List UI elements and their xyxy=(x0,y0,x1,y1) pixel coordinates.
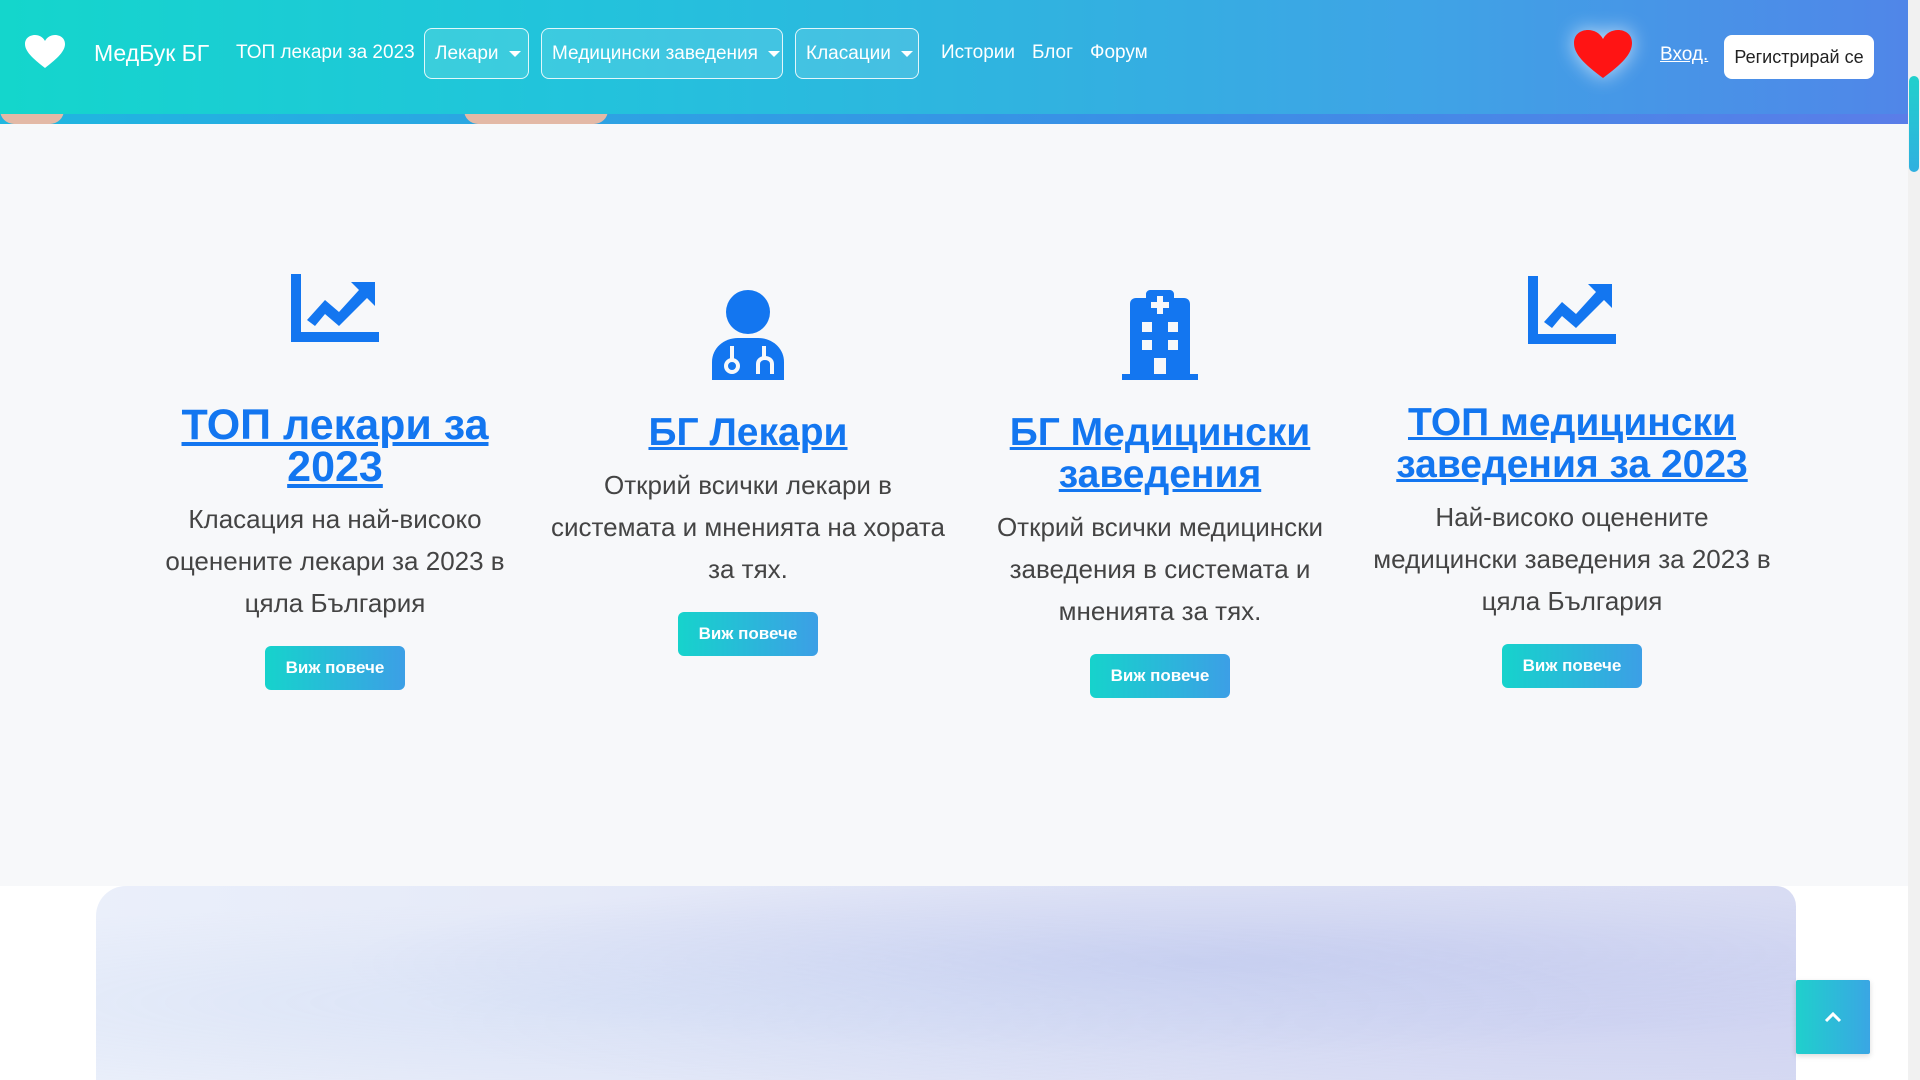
chart-line-icon xyxy=(291,274,379,342)
login-link[interactable]: Вход. xyxy=(1660,44,1708,66)
features-section: ТОП лекари за 2023 Класация на най-висок… xyxy=(0,124,1908,886)
doctor-icon xyxy=(712,290,784,380)
feature-card-bg-doctors: БГ Лекари Открий всички лекари в система… xyxy=(548,290,948,656)
feature-description: Открий всички медицински заведения в сис… xyxy=(996,512,1324,626)
see-more-button[interactable]: Виж повече xyxy=(1090,654,1230,698)
feature-title-link[interactable]: БГ Лекари xyxy=(548,412,948,454)
nav-dropdown-facilities[interactable]: Медицински заведения xyxy=(541,28,783,79)
nav-top-doctors-link[interactable]: ТОП лекари за 2023 xyxy=(236,40,415,66)
nav-link-blog[interactable]: Блог xyxy=(1032,40,1073,66)
hero-watercolor-area xyxy=(0,886,1908,1080)
feature-card-top-facilities: ТОП медицински заведения за 2023 Най-вис… xyxy=(1372,274,1772,688)
heart-icon[interactable] xyxy=(1572,28,1634,80)
see-more-button[interactable]: Виж повече xyxy=(678,612,818,656)
feature-title-link[interactable]: ТОП медицински заведения за 2023 xyxy=(1372,402,1772,486)
nav-dropdown-label: Класации xyxy=(806,42,891,64)
caret-down-icon xyxy=(767,50,780,57)
see-more-button[interactable]: Виж повече xyxy=(1502,644,1642,688)
see-more-button[interactable]: Виж повече xyxy=(265,646,405,690)
feature-description: Открий всички лекари в системата и мнени… xyxy=(551,470,945,584)
caret-down-icon xyxy=(508,50,521,57)
nav-link-stories[interactable]: Истории xyxy=(941,40,1015,66)
feature-card-top-doctors: ТОП лекари за 2023 Класация на най-висок… xyxy=(135,272,535,690)
watercolor-background xyxy=(96,886,1796,1080)
navbar: МедБук БГ ТОП лекари за 2023 Лекари Меди… xyxy=(0,0,1908,114)
nav-dropdown-label: Медицински заведения xyxy=(552,42,758,64)
back-to-top-button[interactable] xyxy=(1796,980,1870,1054)
register-button[interactable]: Регистрирай се xyxy=(1724,35,1874,79)
nav-dropdown-rankings[interactable]: Класации xyxy=(795,28,919,79)
nav-dropdown-doctors[interactable]: Лекари xyxy=(424,28,529,79)
caret-down-icon xyxy=(900,50,913,57)
feature-card-bg-facilities: БГ Медицински заведения Открий всички ме… xyxy=(960,290,1360,698)
nav-dropdown-label: Лекари xyxy=(435,42,499,64)
nav-link-forum[interactable]: Форум xyxy=(1090,40,1148,66)
feature-title-link[interactable]: ТОП лекари за 2023 xyxy=(135,404,535,489)
feature-description: Класация на най-високо оценените лекари … xyxy=(165,504,505,618)
chevron-up-icon xyxy=(1824,1011,1842,1023)
scrollbar-thumb[interactable] xyxy=(1909,76,1919,172)
heart-logo-icon[interactable] xyxy=(24,34,66,70)
feature-title-link[interactable]: БГ Медицински заведения xyxy=(960,412,1360,496)
brand-name[interactable]: МедБук БГ xyxy=(94,38,209,68)
hospital-icon xyxy=(1122,290,1198,380)
feature-description: Най-високо оценените медицински заведени… xyxy=(1373,502,1771,616)
chart-line-icon xyxy=(1528,276,1616,344)
